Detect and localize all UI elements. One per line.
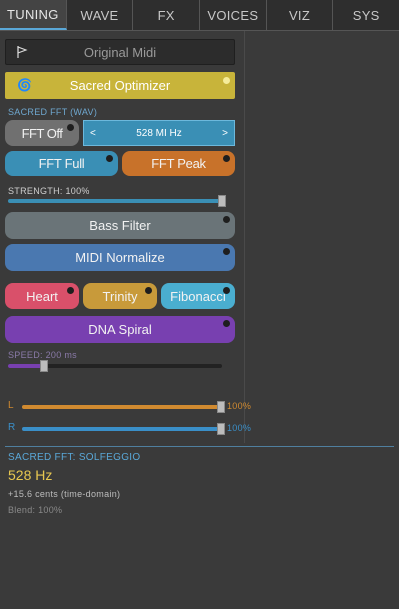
trinity-label: Trinity <box>102 288 138 304</box>
strength-label: STRENGTH: 100% <box>8 186 90 196</box>
speed-label: SPEED: 200 ms <box>8 350 77 360</box>
heart-button[interactable]: Heart <box>5 283 79 309</box>
status-blend: Blend: 100% <box>8 505 63 515</box>
sacred-optimizer-button[interactable]: 🌀 Sacred Optimizer <box>5 72 235 99</box>
status-cents: +15.6 cents (time-domain) <box>8 489 121 499</box>
left-channel-slider-thumb[interactable] <box>217 401 225 413</box>
tab-wave[interactable]: WAVE <box>67 0 134 30</box>
panel-divider <box>244 31 245 443</box>
frequency-next-button[interactable]: > <box>222 128 228 139</box>
status-title: SACRED FFT: SOLFEGGIO <box>8 452 141 463</box>
right-channel-label: R <box>8 422 16 433</box>
sacred-optimizer-label: Sacred Optimizer <box>69 78 171 93</box>
tab-bar: TUNING WAVE FX VOICES VIZ SYS <box>0 0 399 31</box>
fft-peak-label: FFT Peak <box>151 156 206 171</box>
fft-off-button[interactable]: FFT Off <box>5 120 79 146</box>
bass-filter-indicator-dot <box>223 216 230 223</box>
fibonacci-button[interactable]: Fibonacci <box>161 283 235 309</box>
tab-sys[interactable]: SYS <box>333 0 399 30</box>
fft-full-label: FFT Full <box>38 156 85 171</box>
heart-label: Heart <box>26 288 58 304</box>
dna-spiral-indicator-dot <box>223 320 230 327</box>
right-channel-slider-thumb[interactable] <box>217 423 225 435</box>
frequency-selector[interactable]: < 528 MI Hz > <box>83 120 235 146</box>
fibonacci-label: Fibonacci <box>170 288 226 304</box>
original-midi-button[interactable]: Original Midi <box>5 39 235 65</box>
sacred-fft-section-label: SACRED FFT (WAV) <box>8 107 98 117</box>
spiral-icon: 🌀 <box>17 78 32 92</box>
right-channel-slider-track[interactable] <box>22 427 224 431</box>
right-channel-value: 100% <box>227 423 252 433</box>
fibonacci-indicator-dot <box>223 287 230 294</box>
tab-viz[interactable]: VIZ <box>267 0 334 30</box>
left-channel-slider-track[interactable] <box>22 405 224 409</box>
midi-normalize-button[interactable]: MIDI Normalize <box>5 244 235 271</box>
heart-indicator-dot <box>67 287 74 294</box>
tab-voices[interactable]: VOICES <box>200 0 267 30</box>
midi-normalize-indicator-dot <box>223 248 230 255</box>
dna-spiral-button[interactable]: DNA Spiral <box>5 316 235 343</box>
bass-filter-label: Bass Filter <box>89 218 151 233</box>
fft-peak-indicator-dot <box>223 155 230 162</box>
strength-slider-track[interactable] <box>8 199 226 203</box>
dna-spiral-label: DNA Spiral <box>88 322 152 337</box>
tab-tuning[interactable]: TUNING <box>0 0 67 30</box>
status-divider <box>5 446 394 447</box>
strength-slider-thumb[interactable] <box>218 195 226 207</box>
fft-off-label: FFT Off <box>21 125 63 141</box>
speed-slider-thumb[interactable] <box>40 360 48 372</box>
fft-full-indicator-dot <box>106 155 113 162</box>
original-midi-label: Original Midi <box>83 44 157 60</box>
speed-slider-fill <box>8 364 44 368</box>
fft-off-indicator-dot <box>67 124 74 131</box>
trinity-button[interactable]: Trinity <box>83 283 157 309</box>
frequency-prev-button[interactable]: < <box>90 128 96 139</box>
trinity-indicator-dot <box>145 287 152 294</box>
midi-normalize-label: MIDI Normalize <box>75 250 165 265</box>
optimizer-indicator-dot <box>223 77 230 84</box>
fft-full-button[interactable]: FFT Full <box>5 151 118 176</box>
frequency-value: 528 MI Hz <box>136 127 182 139</box>
fft-peak-button[interactable]: FFT Peak <box>122 151 235 176</box>
status-frequency: 528 Hz <box>8 467 53 483</box>
bass-filter-button[interactable]: Bass Filter <box>5 212 235 239</box>
left-channel-label: L <box>8 400 14 411</box>
tab-fx[interactable]: FX <box>133 0 201 30</box>
flag-icon <box>17 46 28 58</box>
left-channel-value: 100% <box>227 401 252 411</box>
